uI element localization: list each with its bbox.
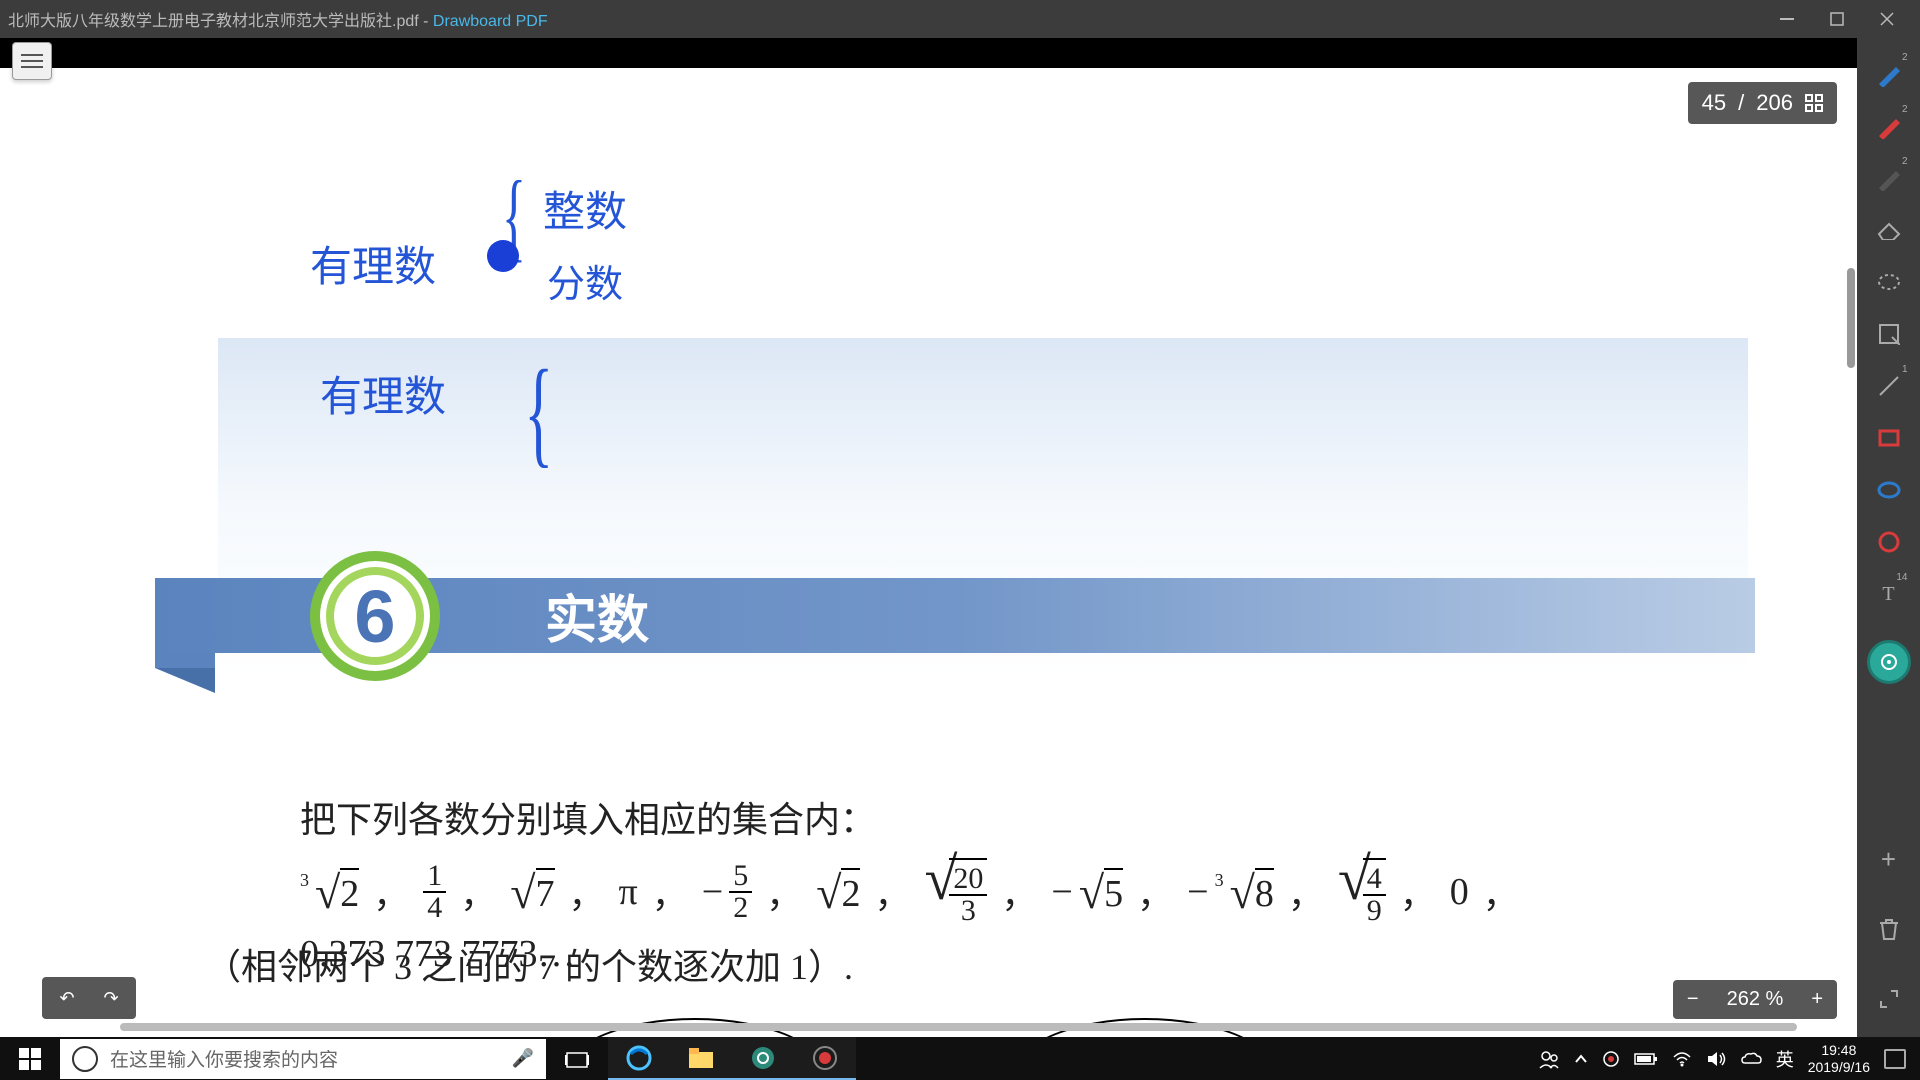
record-icon[interactable] <box>794 1037 856 1080</box>
eraser-tool[interactable] <box>1866 204 1912 256</box>
section-number: 6 <box>354 574 395 659</box>
right-toolbar: 2 2 2 1 T14 + <box>1857 38 1920 1037</box>
taskbar: 在这里输入你要搜索的内容 🎤 英 19:48 2019/9/16 <box>0 1037 1920 1080</box>
volume-icon[interactable] <box>1706 1050 1726 1068</box>
start-button[interactable] <box>0 1037 60 1080</box>
window-title: 北师大版八年级数学上册电子教材北京师范大学出版社.pdf - Drawboard… <box>8 7 1777 31</box>
document-viewport[interactable]: 有理数 { 整数 分数 有理数 { 实数 6 把下列各数分别填入相应的集合内： … <box>0 68 1857 1037</box>
edge-icon[interactable] <box>608 1037 670 1080</box>
tray-chevron-icon[interactable] <box>1574 1054 1588 1064</box>
undo-redo-group: ↶ ↷ <box>42 977 136 1019</box>
annotation-rational: 有理数 <box>310 233 436 294</box>
people-icon[interactable] <box>1538 1048 1560 1070</box>
window-controls <box>1777 9 1897 29</box>
battery-icon[interactable] <box>1634 1052 1658 1066</box>
annotation-rational-2: 有理数 <box>320 363 446 424</box>
problem-prompt: 把下列各数分别填入相应的集合内： <box>300 788 1750 853</box>
vertical-scrollbar[interactable] <box>1839 68 1857 1017</box>
wifi-icon[interactable] <box>1672 1051 1692 1067</box>
notifications-icon[interactable] <box>1884 1049 1906 1069</box>
zoom-out-button[interactable]: − <box>1673 980 1713 1019</box>
expand-tool[interactable] <box>1866 973 1912 1025</box>
ime-indicator[interactable]: 英 <box>1776 1046 1794 1072</box>
close-button[interactable] <box>1877 9 1897 29</box>
app-name: Drawboard PDF <box>433 13 548 30</box>
system-tray: 英 19:48 2019/9/16 <box>1538 1042 1920 1076</box>
pen-tool-3[interactable]: 2 <box>1866 152 1912 204</box>
trash-tool[interactable] <box>1866 903 1912 955</box>
file-name: 北师大版八年级数学上册电子教材北京师范大学出版社.pdf <box>8 13 419 30</box>
minimize-button[interactable] <box>1777 9 1797 29</box>
zoom-value[interactable]: 262 % <box>1713 980 1798 1019</box>
ellipse-blue-tool[interactable] <box>1866 464 1912 516</box>
page-indicator[interactable]: 45/206 <box>1688 82 1837 124</box>
brace-icon-2: { <box>524 343 553 481</box>
annotation-integer: 整数 <box>543 178 627 239</box>
time: 19:48 <box>1821 1042 1856 1059</box>
pen-tool-2[interactable]: 2 <box>1866 100 1912 152</box>
redo-button[interactable]: ↷ <box>92 983 130 1013</box>
menu-button[interactable] <box>12 42 52 80</box>
search-box[interactable]: 在这里输入你要搜索的内容 🎤 <box>60 1039 546 1079</box>
page-canvas: 有理数 { 整数 分数 有理数 { 实数 6 把下列各数分别填入相应的集合内： … <box>0 68 1857 1037</box>
cursor-dot <box>487 240 519 272</box>
thumbnails-icon[interactable] <box>1805 94 1823 112</box>
zoom-in-button[interactable]: + <box>1797 980 1837 1019</box>
explorer-icon[interactable] <box>670 1037 732 1080</box>
horizontal-scrollbar[interactable] <box>120 1021 1837 1035</box>
select-tool[interactable] <box>1866 308 1912 360</box>
zoom-controls: − 262 % + <box>1673 980 1837 1019</box>
text-tool[interactable]: T14 <box>1866 568 1912 620</box>
app-icon-green[interactable] <box>732 1037 794 1080</box>
onedrive-icon[interactable] <box>1740 1051 1762 1067</box>
line-tool[interactable]: 1 <box>1866 360 1912 412</box>
current-page: 45 <box>1702 90 1726 116</box>
section-title: 实数 <box>545 578 649 653</box>
cortana-icon <box>72 1046 98 1072</box>
problem-note: （相邻两个 3 之间的 7 的个数逐次加 1）. <box>205 938 853 990</box>
annotation-fraction: 分数 <box>547 253 623 308</box>
add-tool[interactable]: + <box>1866 833 1912 885</box>
pen-tool-1[interactable]: 2 <box>1866 48 1912 100</box>
total-pages: 206 <box>1756 90 1793 116</box>
rect-red-tool[interactable] <box>1866 412 1912 464</box>
date: 2019/9/16 <box>1808 1059 1870 1076</box>
circle-red-tool[interactable] <box>1866 516 1912 568</box>
search-placeholder: 在这里输入你要搜索的内容 <box>110 1045 512 1072</box>
section-fold <box>155 668 215 693</box>
tab-strip <box>0 38 1920 68</box>
radial-menu-button[interactable] <box>1867 640 1911 684</box>
section-number-badge: 6 <box>310 551 440 681</box>
titlebar: 北师大版八年级数学上册电子教材北京师范大学出版社.pdf - Drawboard… <box>0 0 1920 38</box>
task-icons <box>546 1037 856 1080</box>
taskview-button[interactable] <box>546 1037 608 1080</box>
tray-record-icon[interactable] <box>1602 1050 1620 1068</box>
undo-button[interactable]: ↶ <box>48 983 86 1013</box>
clock[interactable]: 19:48 2019/9/16 <box>1808 1042 1870 1076</box>
mic-icon[interactable]: 🎤 <box>512 1048 534 1069</box>
maximize-button[interactable] <box>1827 9 1847 29</box>
lasso-tool[interactable] <box>1866 256 1912 308</box>
